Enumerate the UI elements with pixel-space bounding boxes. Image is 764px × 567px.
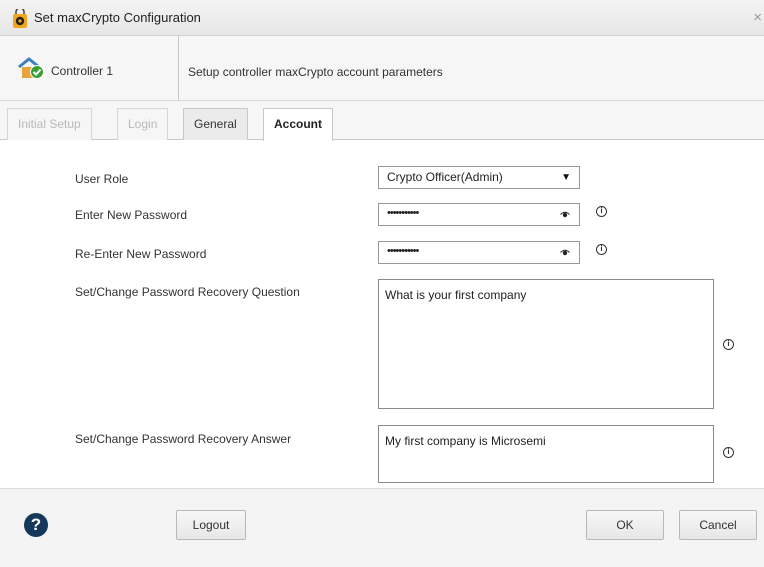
help-icon[interactable]: ? — [24, 513, 48, 537]
dialog-footer: ? Logout OK Cancel — [0, 488, 764, 567]
new-password-value: ••••••••••• — [387, 207, 419, 219]
reenter-password-label: Re-Enter New Password — [75, 247, 207, 261]
tab-login: Login — [117, 108, 169, 140]
tab-general[interactable]: General — [183, 108, 248, 140]
header-description: Setup controller maxCrypto account param… — [188, 65, 443, 79]
info-icon[interactable]: i — [723, 339, 734, 350]
reenter-password-value: ••••••••••• — [387, 245, 419, 257]
new-password-label: Enter New Password — [75, 208, 188, 222]
recovery-answer-textarea[interactable]: My first company is Microsemi — [378, 425, 714, 483]
info-icon[interactable]: i — [723, 447, 734, 458]
reenter-password-field[interactable]: ••••••••••• — [378, 241, 580, 264]
user-role-select[interactable]: Crypto Officer(Admin) ▼ — [378, 166, 580, 189]
tab-account[interactable]: Account — [263, 108, 333, 141]
eye-icon[interactable] — [560, 249, 570, 256]
tab-initial-setup: Initial Setup — [7, 108, 92, 140]
info-icon[interactable]: i — [596, 206, 607, 217]
app-gear-icon — [13, 9, 27, 28]
controller-header: Controller 1 Setup controller maxCrypto … — [0, 36, 764, 101]
user-role-label: User Role — [75, 172, 129, 186]
recovery-answer-label: Set/Change Password Recovery Answer — [75, 432, 292, 446]
window-title: Set maxCrypto Configuration — [34, 10, 201, 25]
controller-cell[interactable]: Controller 1 — [0, 36, 179, 101]
title-bar: Set maxCrypto Configuration × — [0, 0, 764, 36]
user-role-value: Crypto Officer(Admin) — [387, 170, 503, 184]
recovery-question-label: Set/Change Password Recovery Question — [75, 285, 300, 299]
controller-check-icon — [18, 57, 44, 79]
tab-bar: Initial Setup Login General Account — [0, 101, 764, 141]
dropdown-arrow-icon: ▼ — [561, 172, 571, 183]
controller-label: Controller 1 — [51, 64, 114, 78]
cancel-button[interactable]: Cancel — [679, 510, 757, 540]
eye-icon[interactable] — [560, 211, 570, 218]
new-password-field[interactable]: ••••••••••• — [378, 203, 580, 226]
close-icon[interactable]: × — [753, 9, 762, 26]
info-icon[interactable]: i — [596, 244, 607, 255]
ok-button[interactable]: OK — [586, 510, 664, 540]
logout-button[interactable]: Logout — [176, 510, 246, 540]
recovery-question-textarea[interactable]: What is your first company — [378, 279, 714, 409]
